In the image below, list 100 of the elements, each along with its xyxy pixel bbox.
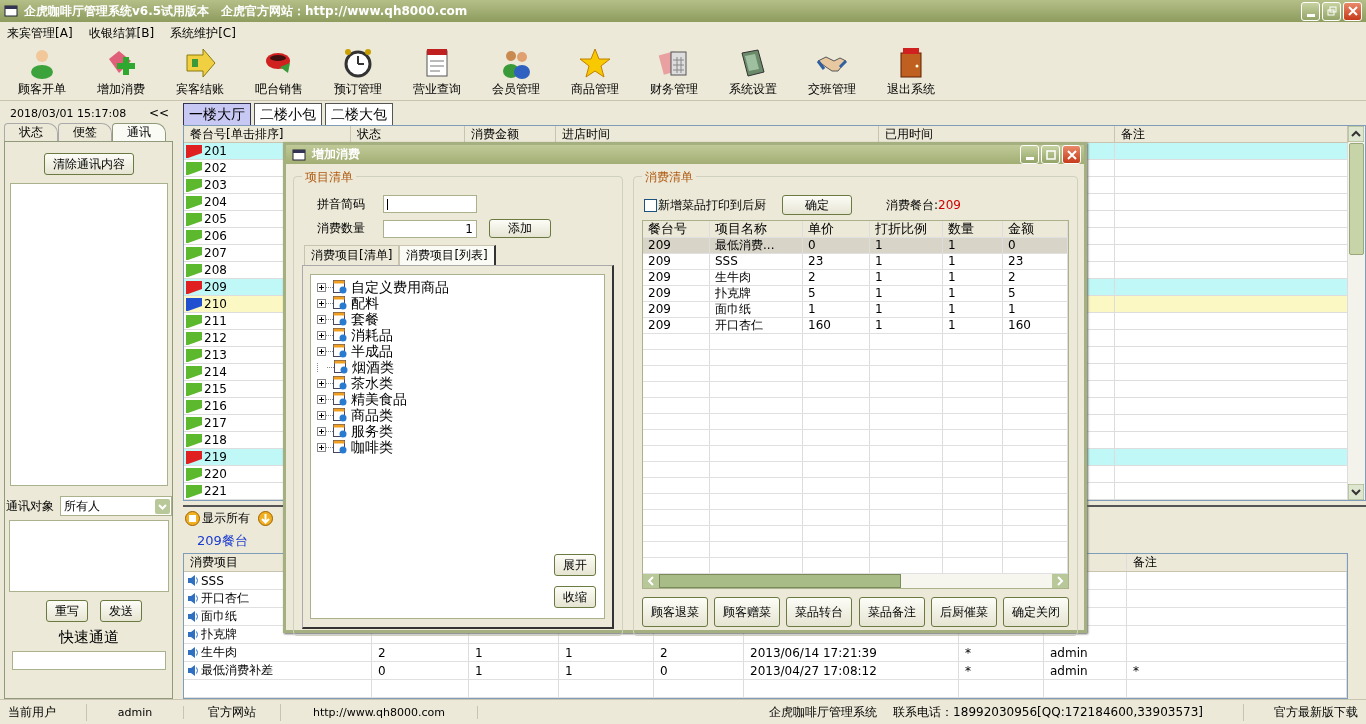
tree-item[interactable]: 服务类 bbox=[351, 423, 393, 439]
expand-icon[interactable] bbox=[317, 378, 326, 388]
table-number: 207 bbox=[204, 246, 227, 260]
category-icon bbox=[333, 408, 347, 422]
panel-tab[interactable]: 状态 bbox=[4, 123, 58, 141]
toolbar-button[interactable]: 系统设置 bbox=[713, 45, 792, 100]
toolbar-button[interactable]: 商品管理 bbox=[555, 45, 634, 100]
print-checkbox[interactable]: 新增菜品打印到后厨 bbox=[644, 196, 766, 214]
collapse-all-button[interactable]: 收缩 bbox=[554, 586, 596, 608]
toolbar-button[interactable]: 增加消费 bbox=[81, 45, 160, 100]
pinyin-field[interactable] bbox=[383, 195, 477, 213]
expand-icon[interactable] bbox=[317, 426, 326, 436]
tree-item[interactable]: 烟酒类 bbox=[352, 359, 394, 375]
table-detail-tab[interactable]: 209餐台 bbox=[197, 532, 248, 550]
add-button[interactable]: 添加 bbox=[489, 219, 551, 238]
expand-icon[interactable] bbox=[317, 394, 326, 404]
expand-all-button[interactable]: 展开 bbox=[554, 554, 596, 576]
toolbar-button[interactable]: 顾客开单 bbox=[2, 45, 81, 100]
category-icon bbox=[333, 344, 347, 358]
minimize-button[interactable] bbox=[1301, 1, 1320, 21]
column-header[interactable]: 单价 bbox=[803, 221, 870, 237]
tree-item[interactable]: 消耗品 bbox=[351, 327, 393, 343]
column-header: 备注 bbox=[1133, 554, 1157, 571]
show-all-button[interactable]: 显示所有 bbox=[185, 509, 250, 527]
column-header[interactable]: 项目名称 bbox=[710, 221, 803, 237]
panel-tab[interactable]: 通讯 bbox=[112, 123, 166, 141]
expand-icon[interactable] bbox=[317, 346, 326, 356]
tree-item[interactable]: 半成品 bbox=[351, 343, 393, 359]
maximize-button[interactable] bbox=[1041, 145, 1060, 164]
collapse-button[interactable]: << bbox=[148, 106, 169, 120]
confirm-button[interactable]: 确定 bbox=[782, 195, 852, 215]
list-tab[interactable]: 消费项目[列表] bbox=[399, 245, 496, 265]
expand-icon[interactable] bbox=[317, 282, 326, 292]
horizontal-scrollbar[interactable] bbox=[643, 574, 1068, 588]
expand-icon[interactable] bbox=[317, 330, 326, 340]
tree-item[interactable]: 咖啡类 bbox=[351, 439, 393, 455]
action-button[interactable]: 顾客退菜 bbox=[642, 597, 708, 627]
dialog-icon bbox=[292, 147, 306, 162]
column-header[interactable]: 数量 bbox=[943, 221, 1003, 237]
expand-icon[interactable] bbox=[317, 314, 326, 324]
toolbar-button[interactable]: 财务管理 bbox=[634, 45, 713, 100]
tree-item[interactable]: 自定义费用商品 bbox=[351, 279, 449, 295]
table-number: 204 bbox=[204, 195, 227, 209]
menu-item[interactable]: 收银结算[B] bbox=[88, 25, 155, 42]
compose-field[interactable] bbox=[8, 520, 169, 592]
tree-item[interactable]: 茶水类 bbox=[351, 375, 393, 391]
send-button[interactable]: 发送 bbox=[99, 600, 142, 622]
category-icon bbox=[333, 312, 347, 326]
toolbar-button[interactable]: 会员管理 bbox=[476, 45, 555, 100]
down-arrow-icon[interactable] bbox=[258, 510, 273, 526]
rewrite-button[interactable]: 重写 bbox=[45, 600, 88, 622]
table-number: 206 bbox=[204, 229, 227, 243]
expand-icon[interactable] bbox=[317, 298, 326, 308]
table-number: 212 bbox=[204, 331, 227, 345]
list-row[interactable]: 209 面巾纸 1 1 1 1 bbox=[643, 302, 1068, 318]
panel-tab[interactable]: 便签 bbox=[58, 123, 112, 141]
close-button[interactable] bbox=[1062, 145, 1081, 164]
toolbar-button[interactable]: 营业查询 bbox=[397, 45, 476, 100]
list-row[interactable]: 209 扑克牌 5 1 1 5 bbox=[643, 286, 1068, 302]
table-cell: 1 bbox=[475, 645, 483, 660]
list-tab[interactable]: 消费项目[清单] bbox=[304, 245, 400, 265]
table-number: 216 bbox=[204, 399, 227, 413]
toolbar-button[interactable]: 预订管理 bbox=[318, 45, 397, 100]
tree-item[interactable]: 精美食品 bbox=[351, 391, 407, 407]
table-cell: * bbox=[965, 645, 971, 660]
action-button[interactable]: 菜品转台 bbox=[786, 597, 853, 627]
list-row[interactable]: 209 开口杏仁 160 1 1 160 bbox=[643, 318, 1068, 334]
list-row[interactable]: 209 生牛肉 2 1 1 2 bbox=[643, 270, 1068, 286]
column-header[interactable]: 餐台号 bbox=[643, 221, 710, 237]
column-header[interactable]: 打折比例 bbox=[870, 221, 943, 237]
list-row[interactable]: 209 SSS 23 1 1 23 bbox=[643, 254, 1068, 270]
toolbar-button[interactable]: 交班管理 bbox=[792, 45, 871, 100]
tree-item[interactable]: 套餐 bbox=[351, 311, 379, 327]
vertical-scrollbar[interactable] bbox=[1348, 126, 1365, 500]
action-button[interactable]: 顾客赠菜 bbox=[714, 597, 781, 627]
toolbar-button[interactable]: 吧台销售 bbox=[239, 45, 318, 100]
action-button[interactable]: 菜品备注 bbox=[858, 597, 925, 627]
menu-item[interactable]: 系统维护[C] bbox=[170, 25, 236, 42]
floor-tab[interactable]: 二楼大包 bbox=[325, 103, 393, 125]
toolbar-button[interactable]: 退出系统 bbox=[871, 45, 950, 100]
selected-list-row[interactable]: 209 最低消费... 0 1 1 0 bbox=[643, 238, 1068, 254]
tree-item[interactable]: 配料 bbox=[351, 295, 379, 311]
action-button[interactable]: 确定关闭 bbox=[1002, 597, 1069, 627]
action-button[interactable]: 后厨催菜 bbox=[930, 597, 997, 627]
toolbar-button[interactable]: 宾客结账 bbox=[160, 45, 239, 100]
column-header[interactable]: 金额 bbox=[1003, 221, 1068, 237]
clear-messages-button[interactable]: 清除通讯内容 bbox=[43, 153, 134, 175]
tree-item[interactable]: 商品类 bbox=[351, 407, 393, 423]
quantity-field[interactable]: 1 bbox=[383, 219, 477, 238]
minimize-button[interactable] bbox=[1020, 145, 1039, 164]
menu-item[interactable]: 来宾管理[A] bbox=[7, 25, 73, 42]
recipient-dropdown[interactable]: 所有人 bbox=[59, 496, 172, 516]
column-header: 消费项目 bbox=[190, 554, 238, 571]
expand-icon[interactable] bbox=[317, 410, 326, 420]
floor-tab[interactable]: 一楼大厅 bbox=[183, 103, 251, 125]
expand-icon[interactable] bbox=[317, 442, 326, 452]
quick-channel-field[interactable] bbox=[11, 651, 166, 670]
floor-tab[interactable]: 二楼小包 bbox=[254, 103, 322, 125]
maximize-button[interactable] bbox=[1322, 1, 1341, 21]
close-button[interactable] bbox=[1343, 1, 1362, 21]
